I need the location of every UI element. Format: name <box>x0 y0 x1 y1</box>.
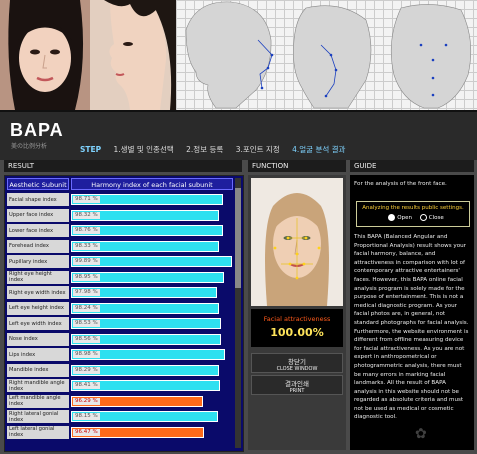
close-window-button[interactable]: 창닫기 CLOSE WINDOW <box>251 353 343 373</box>
harmony-value: 98.41 % <box>73 382 100 389</box>
result-row: Facial shape index 98.71 % <box>7 192 233 208</box>
column-header-subunit: Aesthetic Subunit <box>7 178 69 190</box>
step-1[interactable]: 1.생별 및 인종선택 <box>114 145 174 154</box>
result-row: Mandible index 98.29 % <box>7 363 233 379</box>
result-row: Forehead index 98.33 % <box>7 239 233 255</box>
harmony-value: 98.53 % <box>73 320 100 327</box>
step-4-active[interactable]: 4.얼굴 분석 결과 <box>292 145 345 154</box>
reference-image-strip <box>0 0 477 110</box>
harmony-value: 98.29 % <box>73 366 100 374</box>
watermark: ✿ <box>415 426 427 442</box>
subunit-label: Nose index <box>7 332 69 346</box>
result-table-header: Aesthetic Subunit Harmony index of each … <box>7 178 233 190</box>
result-row: Left eye height index 98.24 % <box>7 301 233 317</box>
column-header-harmony: Harmony index of each facial subunit <box>71 178 233 190</box>
result-panel: Aesthetic Subunit Harmony index of each … <box>4 175 244 452</box>
subunit-label: Left mandible angle index <box>7 394 69 408</box>
step-3[interactable]: 3.포인트 지정 <box>236 145 280 154</box>
result-row: Pupillary index 99.89 % <box>7 254 233 270</box>
subunit-label: Right lateral gonial index <box>7 410 69 423</box>
radio-close-label: Close <box>428 215 444 221</box>
step-navigation: STEP 1.생별 및 인종선택 2.정보 등록 3.포인트 지정 4.얼굴 분… <box>80 144 355 155</box>
subunit-label: Forehead index <box>7 239 69 253</box>
subunit-label: Left eye height index <box>7 301 69 315</box>
harmony-value: 98.56 % <box>73 335 100 343</box>
attractiveness-score-box: Facial attractiveness 100.00% <box>251 309 343 347</box>
function-section-title: FUNCTION <box>248 160 346 172</box>
radio-open-label: Open <box>397 215 412 221</box>
result-row: Left lateral gonial index 96.47 % <box>7 425 233 441</box>
harmony-value: 96.29 % <box>73 397 100 405</box>
subunit-label: Upper face index <box>7 208 69 222</box>
result-row: Right mandible angle index 98.41 % <box>7 378 233 394</box>
step-label: STEP <box>80 145 102 154</box>
harmony-value: 98.33 % <box>73 242 100 250</box>
3d-head-models <box>176 0 477 110</box>
subunit-label: Lower face index <box>7 224 69 237</box>
subunit-label: Right eye height index <box>7 270 69 284</box>
result-row: Right lateral gonial index 98.15 % <box>7 409 233 425</box>
harmony-value: 98.71 % <box>73 196 100 203</box>
result-row: Right eye height index 98.95 % <box>7 270 233 286</box>
radio-open[interactable] <box>388 214 396 221</box>
subunit-label: Right eye width index <box>7 286 69 299</box>
result-row: Upper face index 98.32 % <box>7 208 233 224</box>
print-button-label-english: PRINT <box>289 388 305 394</box>
app-logo: BAPA <box>10 120 64 140</box>
harmony-value: 98.98 % <box>73 351 100 358</box>
profile-face-photo <box>90 0 176 110</box>
attractiveness-value: 100.00% <box>270 326 324 339</box>
result-rows: Facial shape index 98.71 % Upper face inde… <box>7 192 233 440</box>
result-section-title: RESULT <box>4 160 242 172</box>
subunit-label: Facial shape index <box>7 193 69 206</box>
function-panel: Facial attractiveness 100.00% 창닫기 CLOSE … <box>248 175 346 450</box>
guide-body-text: This BAPA (Balanced Angular and Proporti… <box>354 234 469 421</box>
public-settings-options: Open Close <box>357 214 469 221</box>
subunit-label: Left eye width index <box>7 317 69 330</box>
print-button[interactable]: 결과인쇄 PRINT <box>251 375 343 395</box>
harmony-value: 99.89 % <box>73 258 100 265</box>
harmony-value: 98.32 % <box>73 211 100 219</box>
public-settings-title: Analyzing the results public settings. <box>362 205 464 211</box>
subunit-label: Lips index <box>7 348 69 361</box>
harmony-value: 98.24 % <box>73 304 100 312</box>
guide-intro: For the analysis of the front face. <box>354 181 447 187</box>
harmony-value: 97.98 % <box>73 289 100 296</box>
guide-panel: For the analysis of the front face. Anal… <box>350 175 474 450</box>
result-row: Lips index 98.98 % <box>7 347 233 363</box>
subunit-label: Pupillary index <box>7 255 69 268</box>
result-row: Left mandible angle index 96.29 % <box>7 394 233 410</box>
subunit-label: Mandible index <box>7 363 69 377</box>
result-row: Left eye width index 98.53 % <box>7 316 233 332</box>
step-2[interactable]: 2.정보 등록 <box>186 145 223 154</box>
result-row: Lower face index 98.76 % <box>7 223 233 239</box>
front-face-photo <box>0 0 90 110</box>
subunit-label: Right mandible angle index <box>7 379 69 392</box>
result-row: Right eye width index 97.98 % <box>7 285 233 301</box>
print-button-label-korean: 결과인쇄 <box>285 380 309 388</box>
close-button-label-english: CLOSE WINDOW <box>276 366 318 372</box>
harmony-value: 98.15 % <box>73 413 100 420</box>
analyzed-face-image <box>251 178 343 306</box>
scrollbar-thumb[interactable] <box>235 188 241 288</box>
attractiveness-label: Facial attractiveness <box>263 315 331 323</box>
harmony-value: 98.76 % <box>73 227 100 234</box>
result-scrollbar[interactable] <box>235 178 241 448</box>
close-button-label-korean: 창닫기 <box>288 358 306 366</box>
result-row: Nose index 98.56 % <box>7 332 233 348</box>
app-header: BAPA 美の比例分析 STEP 1.생별 및 인종선택 2.정보 등록 3.포… <box>0 110 477 160</box>
harmony-value: 96.47 % <box>73 428 100 436</box>
app-logo-subtitle: 美の比例分析 <box>11 143 48 150</box>
guide-section-title: GUIDE <box>350 160 474 172</box>
public-settings-box: Analyzing the results public settings. O… <box>356 201 470 227</box>
subunit-label: Left lateral gonial index <box>7 425 69 439</box>
radio-close[interactable] <box>419 214 427 221</box>
harmony-value: 98.95 % <box>73 273 100 281</box>
